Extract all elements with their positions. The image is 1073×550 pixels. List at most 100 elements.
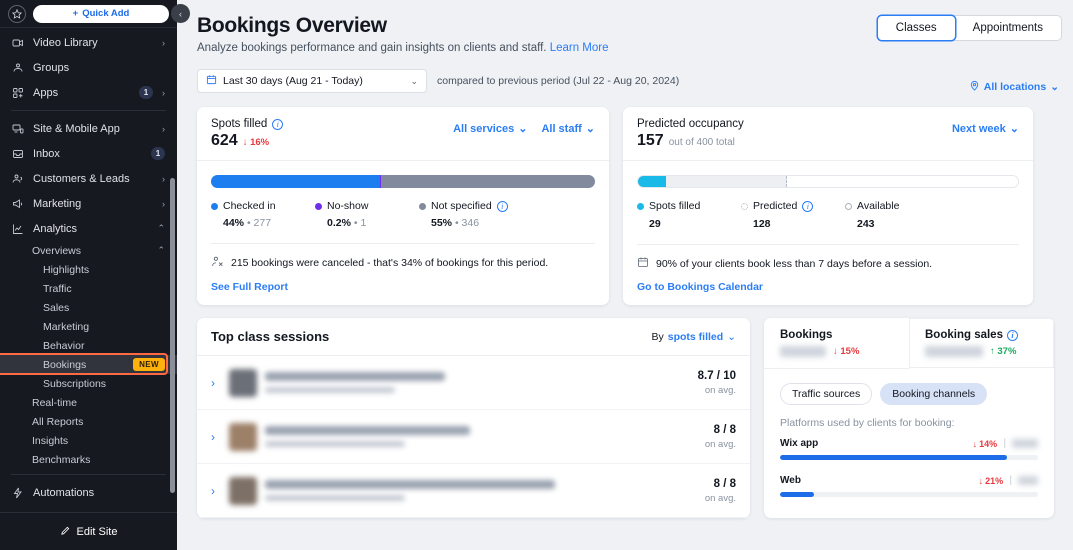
bar-segment-checked-in (211, 175, 380, 188)
session-score: 8 / 8 (713, 423, 736, 436)
platform-bar-fill (780, 492, 814, 497)
sidebar-item-video-library[interactable]: Video Library › (0, 30, 177, 55)
legend-count: 277 (253, 217, 272, 229)
see-full-report-link[interactable]: See Full Report (211, 281, 595, 293)
expand-row-icon[interactable]: › (205, 484, 221, 498)
date-range-picker[interactable]: Last 30 days (Aug 21 - Today) ⌄ (197, 69, 427, 93)
sidebar-item-label: Customers & Leads (33, 172, 130, 185)
tab-appointments[interactable]: Appointments (955, 16, 1061, 40)
booking-sales-delta: ↑ 37% (990, 346, 1016, 357)
sidebar-item-automations[interactable]: Automations (0, 480, 177, 505)
next-week-label: Next week (951, 122, 1006, 135)
source-pills: Traffic sources Booking channels (764, 369, 1054, 405)
sessions-sort-dropdown[interactable]: By spots filled ⌄ (651, 331, 736, 343)
all-staff-dropdown[interactable]: All staff ⌄ (541, 122, 595, 136)
info-icon[interactable]: i (1006, 329, 1018, 341)
platforms-label: Platforms used by clients for booking: (780, 417, 955, 429)
tab-bookings[interactable]: Bookings ↓ 15% (764, 318, 909, 368)
sidebar-subitem-benchmarks[interactable]: Benchmarks (0, 450, 177, 469)
spots-filled-delta-value: 16% (250, 137, 270, 148)
video-camera-icon (11, 36, 24, 49)
sidebar-subitem-overviews[interactable]: Overviews ⌃ (0, 241, 177, 260)
tab-booking-sales[interactable]: Booking sales i ↑ 37% (909, 318, 1054, 369)
tab-bookings-label: Bookings (780, 329, 833, 341)
page-subtitle-text: Analyze bookings performance and gain in… (197, 42, 547, 54)
sidebar-collapse-button[interactable]: ‹ (171, 4, 190, 23)
spots-filled-title: Spots filled (211, 118, 268, 130)
bookings-delta-value: 15% (840, 346, 860, 357)
sidebar-subitem-insights[interactable]: Insights (0, 431, 177, 450)
sidebar-subitem-behavior[interactable]: Behavior (0, 336, 177, 355)
table-row[interactable]: › 8.7 / 10 on avg. (197, 356, 750, 410)
info-icon[interactable]: i (272, 118, 284, 130)
sidebar-item-site-mobile-app[interactable]: Site & Mobile App › (0, 116, 177, 141)
sidebar-subitem-sales[interactable]: Sales (0, 298, 177, 317)
legend-item-no-show: No-show 0.2% • 1 (315, 200, 419, 229)
predicted-occupancy-title: Predicted occupancy (637, 118, 744, 130)
session-meta-redacted (265, 387, 395, 393)
sidebar-subitem-traffic[interactable]: Traffic (0, 279, 177, 298)
plus-icon: + (72, 8, 79, 19)
chevron-down-icon: ⌄ (1009, 123, 1019, 135)
sidebar-subitem-label: Marketing (43, 320, 90, 333)
sidebar-scrollbar[interactable] (170, 178, 175, 493)
pill-booking-channels[interactable]: Booking channels (880, 383, 988, 405)
arrow-down-icon: ↓ (978, 475, 984, 486)
sidebar-subitem-bookings[interactable]: Bookings NEW (0, 353, 177, 375)
sidebar-item-marketing[interactable]: Marketing › (0, 191, 177, 216)
sidebar-item-groups[interactable]: Groups (0, 55, 177, 80)
sidebar-item-label: Site & Mobile App (33, 122, 120, 135)
sidebar-subitem-label: Behavior (43, 339, 85, 352)
megaphone-icon (11, 197, 24, 210)
all-locations-selector[interactable]: All locations ⌄ (969, 80, 1059, 94)
sidebar-item-apps[interactable]: Apps 1 › (0, 80, 177, 105)
pill-traffic-sources[interactable]: Traffic sources (780, 383, 873, 405)
sidebar-subitem-highlights[interactable]: Highlights (0, 260, 177, 279)
tab-classes[interactable]: Classes (877, 16, 955, 40)
calendar-icon (637, 256, 649, 271)
all-services-dropdown[interactable]: All services ⌄ (453, 122, 527, 136)
chart-line-icon (11, 222, 24, 235)
sidebar-item-analytics[interactable]: Analytics ⌃ (0, 216, 177, 241)
sort-value-label[interactable]: spots filled (668, 331, 723, 343)
session-thumbnail (229, 422, 257, 451)
sidebar-divider (11, 474, 166, 475)
sidebar-subitem-marketing[interactable]: Marketing (0, 317, 177, 336)
info-icon[interactable]: i (496, 200, 508, 212)
session-info (265, 480, 697, 501)
edit-site-button[interactable]: Edit Site (0, 512, 177, 550)
platform-bar-track (780, 492, 1038, 497)
star-icon[interactable] (8, 4, 26, 23)
spots-filled-delta: ↓ 16% (243, 137, 269, 148)
spots-filled-note-text: 215 bookings were canceled - that's 34% … (231, 257, 549, 269)
spots-filled-value: 624 (211, 132, 238, 149)
legend-ring-icon (845, 202, 852, 210)
expand-row-icon[interactable]: › (205, 376, 221, 390)
go-to-bookings-calendar-link[interactable]: Go to Bookings Calendar (637, 281, 1019, 293)
sidebar-subitem-all-reports[interactable]: All Reports (0, 412, 177, 431)
chevron-up-icon: ⌃ (157, 245, 165, 255)
page-subtitle: Analyze bookings performance and gain in… (197, 42, 1061, 54)
info-icon[interactable]: i (802, 200, 814, 212)
session-info (265, 372, 690, 393)
table-row[interactable]: › 8 / 8 on avg. (197, 464, 750, 518)
learn-more-link[interactable]: Learn More (550, 42, 609, 54)
platform-delta-value: 14% (979, 438, 998, 449)
sidebar-divider (11, 110, 166, 111)
expand-row-icon[interactable]: › (205, 430, 221, 444)
next-week-dropdown[interactable]: Next week ⌄ (951, 122, 1019, 136)
platform-separator: | (1003, 438, 1006, 449)
sidebar-subitem-real-time[interactable]: Real-time (0, 393, 177, 412)
sidebar-subitem-subscriptions[interactable]: Subscriptions (0, 374, 177, 393)
tab-booking-sales-label: Booking sales (925, 329, 1003, 341)
quick-add-button[interactable]: + Quick Add (33, 4, 169, 23)
bar-segment-spots-filled (638, 176, 666, 187)
spots-filled-legend: Checked in 44% • 277 No-show 0.2% • 1 No… (211, 200, 595, 229)
sidebar-item-label: Automations (33, 486, 95, 499)
table-row[interactable]: › 8 / 8 on avg. (197, 410, 750, 464)
sidebar-item-inbox[interactable]: Inbox 1 (0, 141, 177, 166)
bookings-delta: ↓ 15% (833, 346, 859, 357)
legend-count: 346 (461, 217, 480, 229)
sidebar-item-customers-leads[interactable]: Customers & Leads › (0, 166, 177, 191)
platform-row-web: Web ↓ 21% | (764, 460, 1054, 497)
